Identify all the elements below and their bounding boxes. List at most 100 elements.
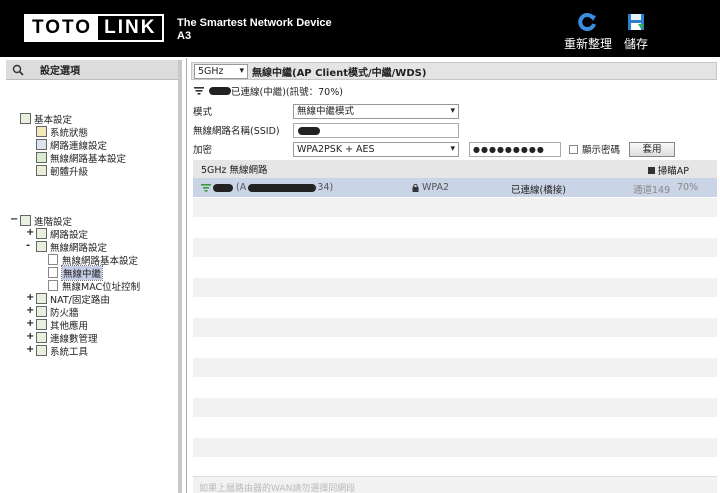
band-select[interactable]: 5GHz: [194, 63, 248, 79]
sidebar-header: 設定選項: [6, 60, 178, 80]
expand-icon[interactable]: +: [26, 292, 34, 304]
nav-item-label: 無線網路設定: [50, 242, 108, 254]
page-icon: [48, 254, 58, 265]
ssid-input[interactable]: [293, 122, 459, 138]
lock-icon: [36, 306, 47, 317]
nav-connection-mgmt[interactable]: + 連線數管理: [26, 331, 98, 345]
empty-row: [193, 298, 717, 318]
network-list: (A -34) WPA2 已連線(橋接) 通道149 70%: [193, 178, 717, 478]
security-type: WPA2: [422, 182, 450, 193]
redacted-bssid: [248, 184, 316, 192]
ssid-label: 無線網路名稱(SSID): [193, 126, 280, 137]
save-button[interactable]: 儲存: [624, 12, 648, 52]
refresh-label: 重新整理: [564, 37, 613, 51]
nav-wireless-mac-control[interactable]: 無線MAC位址控制: [48, 279, 140, 293]
signal-strength: 70%: [677, 182, 699, 193]
wifi-signal-icon: [201, 184, 211, 192]
search-icon: [12, 64, 24, 76]
ssid-row: 無線網路名稱(SSID): [193, 121, 717, 139]
nav-basic-label: 基本設定: [34, 114, 73, 126]
logo-toto: TOTO: [26, 16, 99, 40]
nav-item-label: 其他應用: [50, 320, 89, 332]
apply-button[interactable]: 套用: [629, 141, 676, 157]
network-row[interactable]: (A -34) WPA2 已連線(橋接) 通道149 70%: [193, 178, 717, 198]
show-password-checkbox[interactable]: [569, 144, 578, 154]
nav-basic-settings[interactable]: 基本設定: [20, 112, 73, 126]
channel: 通道149: [633, 185, 671, 196]
scan-ap-button[interactable]: 掃瞄AP: [647, 163, 689, 177]
redacted-ssid-value: [298, 126, 320, 135]
empty-row: [193, 198, 717, 218]
connection-status-text: 已連線(中繼)(訊號：70%): [231, 87, 343, 98]
upgrade-icon: [36, 165, 47, 176]
tagline-text: The Smartest Network Device: [177, 17, 332, 29]
nav-item-label: 韌體升級: [50, 166, 89, 178]
chart-icon: [36, 126, 47, 137]
expand-icon[interactable]: +: [26, 227, 34, 239]
expand-icon[interactable]: +: [26, 344, 34, 356]
connection-status-row: 已連線(中繼)(訊號：70%): [193, 84, 717, 98]
show-password-label: 顯示密碼: [582, 145, 621, 156]
nav-other-apps[interactable]: + 其他應用: [26, 318, 89, 332]
sidebar: 設定選項 基本設定 系統狀態 網路連線設定 無線網路基本設定 韌體升級 − 進階…: [6, 60, 182, 493]
empty-row: [193, 338, 717, 358]
collapse-icon[interactable]: −: [10, 214, 18, 226]
expand-icon[interactable]: +: [26, 305, 34, 317]
nav-item-label: 網路連線設定: [50, 140, 108, 152]
model-name: A3: [177, 30, 192, 42]
refresh-icon: [578, 13, 596, 32]
wireless-icon: [36, 241, 47, 252]
logo-link: LINK: [98, 16, 163, 40]
mode-label: 模式: [193, 107, 213, 118]
nav-item-label: 無線中繼: [60, 264, 104, 281]
refresh-button[interactable]: 重新整理: [564, 12, 612, 52]
chart-icon: [36, 345, 47, 356]
encryption-label: 加密: [193, 145, 213, 156]
empty-row: [193, 278, 717, 298]
nav-firewall[interactable]: + 防火牆: [26, 305, 79, 319]
page-icon: [48, 267, 58, 278]
expand-icon[interactable]: +: [26, 331, 34, 343]
folder-icon: [20, 215, 31, 226]
empty-row: [193, 418, 717, 438]
nav-advanced-settings[interactable]: − 進階設定: [10, 214, 72, 228]
nav-wireless-basic-sub[interactable]: 無線網路基本設定: [48, 253, 138, 267]
nav-wireless-repeater[interactable]: 無線中繼: [48, 264, 104, 281]
nav-network-settings[interactable]: + 網路設定: [26, 227, 88, 241]
mode-select[interactable]: 無線中繼模式: [293, 103, 459, 119]
tagline: The Smartest Network Device A3: [177, 17, 332, 43]
wireless-icon: [36, 152, 47, 163]
nav-network-connection[interactable]: 網路連線設定: [36, 138, 108, 152]
nav-item-label: 連線數管理: [50, 333, 98, 345]
encryption-select[interactable]: WPA2PSK + AES: [293, 141, 459, 157]
nav-system-tools[interactable]: + 系統工具: [26, 344, 89, 358]
nav-item-label: 防火牆: [50, 307, 79, 319]
scan-ap-label: 掃瞄AP: [657, 166, 689, 177]
empty-row: [193, 378, 717, 398]
password-input[interactable]: ●●●●●●●●●: [469, 141, 561, 157]
expand-icon[interactable]: +: [26, 318, 34, 330]
mode-bar: 5GHz 無線中繼(AP Client模式/中繼/WDS): [191, 62, 717, 80]
nav-item-label: 系統狀態: [50, 127, 89, 139]
nav-firmware-upgrade[interactable]: 韌體升級: [36, 164, 89, 178]
empty-row: [193, 398, 717, 418]
page-title: 無線中繼(AP Client模式/中繼/WDS): [252, 67, 427, 79]
router-icon: [36, 293, 47, 304]
empty-row: [193, 318, 717, 338]
nav-item-label: NAT/固定路由: [50, 294, 110, 306]
nav-item-label: 系統工具: [50, 346, 89, 358]
collapse-icon[interactable]: -: [26, 240, 34, 252]
bottom-note: 如果上層路由器的WAN請勿選擇同網段: [193, 476, 717, 493]
nav-item-label: 無線網路基本設定: [50, 153, 127, 165]
network-list-header: 5GHz 無線網路 掃瞄AP: [193, 160, 717, 178]
redacted-ssid: [213, 184, 233, 192]
mail-icon: [36, 332, 47, 343]
nav-wireless-basic[interactable]: 無線網路基本設定: [36, 151, 127, 165]
network-icon: [36, 228, 47, 239]
settings-icon: [36, 139, 47, 150]
nav-system-status[interactable]: 系統狀態: [36, 125, 89, 139]
nav-nat-routing[interactable]: + NAT/固定路由: [26, 292, 110, 306]
scan-icon: [647, 166, 655, 174]
nav-wireless-settings[interactable]: - 無線網路設定: [26, 240, 108, 254]
main-panel: 5GHz 無線中繼(AP Client模式/中繼/WDS) 已連線(中繼)(訊號…: [186, 58, 720, 493]
